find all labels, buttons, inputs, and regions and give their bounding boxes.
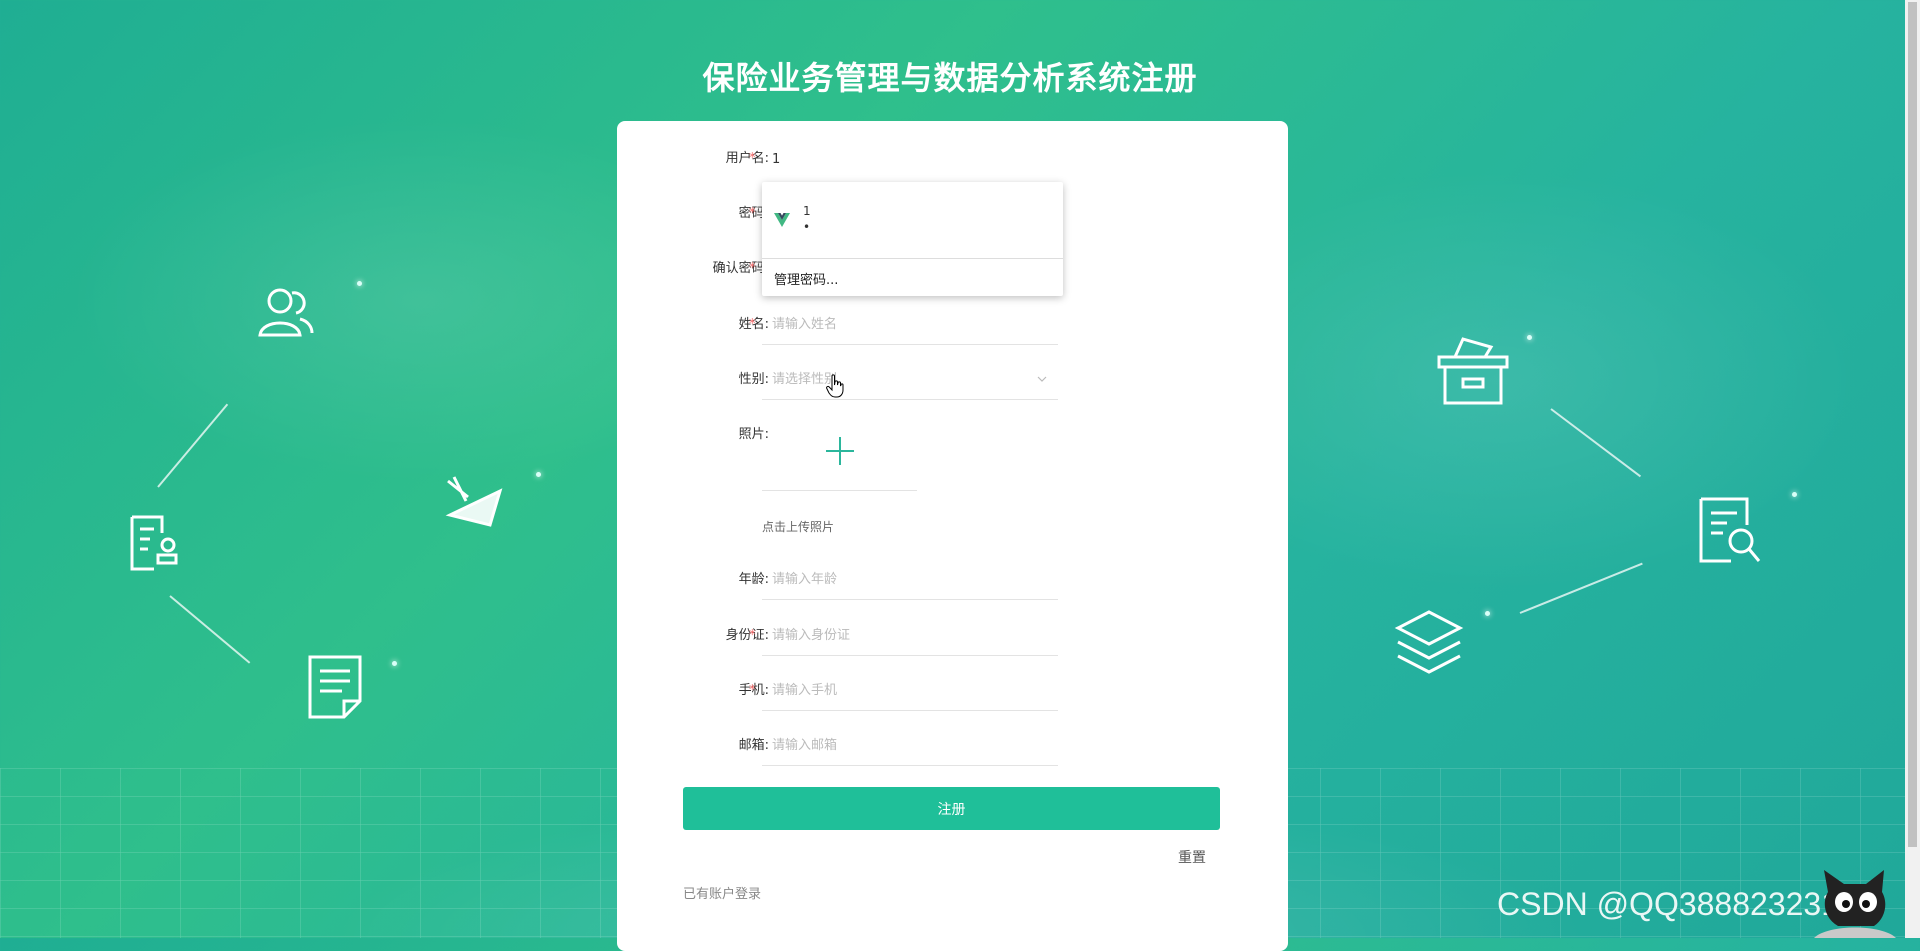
manage-passwords-link[interactable]: 管理密码... [774,269,838,288]
vue-logo-icon [774,213,790,227]
watermark: CSDN @QQ3888232316 [1497,886,1857,922]
id-card-input[interactable] [762,616,1058,656]
plus-icon [826,437,854,465]
certificate-icon [128,513,186,573]
vertical-scrollbar[interactable] [1905,0,1920,938]
glow-dot [1485,611,1490,616]
photo-upload[interactable] [762,415,917,491]
photo-row: 照片: [617,415,1288,505]
gender-select[interactable] [762,360,1058,400]
autofill-dropdown: 1 • 管理密码... [762,182,1063,296]
login-link[interactable]: 已有账户登录 [683,883,761,902]
chevron-down-icon [1037,376,1047,382]
scrollbar-thumb[interactable] [1908,2,1917,847]
search-document-icon [1697,495,1763,565]
email-row: 邮箱: [617,726,1288,766]
glow-dot [1527,335,1532,340]
hand-cursor-icon [826,374,844,398]
autofill-suggestion[interactable]: 1 • [762,182,1063,259]
users-icon [256,285,316,341]
leaf-card-icon [440,475,510,535]
cat-mascot-icon [1814,870,1896,938]
glow-dot [536,472,541,477]
page-title: 保险业务管理与数据分析系统注册 [702,59,1198,98]
confirm-password-label: 确认密码: [712,261,769,276]
upload-hint: 点击上传照片 [762,520,835,534]
name-input[interactable] [762,305,1058,345]
email-input[interactable] [762,726,1058,766]
required-mark: * [749,206,756,221]
username-row: 用户名: * [617,139,1288,179]
name-row: 姓名: * [617,305,1288,345]
archive-box-icon [1435,333,1511,407]
register-button[interactable]: 注册 [683,787,1220,830]
phone-input[interactable] [762,671,1058,711]
glow-dot [392,661,397,666]
glow-dot [357,281,362,286]
username-input[interactable] [762,139,1058,179]
reset-link[interactable]: 重置 [1178,847,1206,867]
glow-dot [1792,492,1797,497]
required-mark: * [749,261,756,276]
autofill-password: • [803,220,811,234]
age-input[interactable] [762,560,1058,600]
age-row: 年龄: [617,560,1288,600]
required-mark: * [749,151,756,166]
layers-icon [1394,608,1464,678]
id-card-row: 身份证: * [617,616,1288,656]
gender-row: 性别: [617,360,1288,400]
required-mark: * [749,317,756,332]
autofill-username: 1 [803,204,811,218]
required-mark: * [749,628,756,643]
required-mark: * [749,683,756,698]
phone-row: 手机: * [617,671,1288,711]
document-icon [306,653,364,721]
